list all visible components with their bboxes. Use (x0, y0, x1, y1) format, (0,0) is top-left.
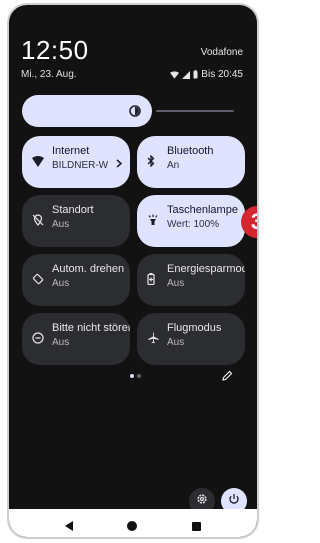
brightness-icon (128, 104, 142, 123)
tile-auto-rotate-label: Autom. drehen (52, 263, 125, 275)
navigation-bar (9, 509, 257, 537)
tile-flashlight-sub: Wert: 100% (167, 219, 220, 230)
tile-auto-rotate-sub: Aus (52, 278, 70, 289)
edit-pencil-icon[interactable] (222, 368, 233, 386)
tile-location-sub: Aus (52, 219, 70, 230)
tile-do-not-disturb-label: Bitte nicht stören (52, 322, 130, 334)
clock-time: 12:50 (21, 35, 89, 65)
tile-location-label: Standort (52, 204, 94, 216)
tile-bluetooth-label: Bluetooth (167, 145, 214, 157)
gear-icon (196, 492, 208, 510)
tile-flashlight[interactable]: Taschenlampe Wert: 100% (137, 195, 245, 247)
carrier-label: Vodafone (200, 47, 243, 58)
battery-status-icon (193, 70, 198, 79)
signal-status-icon (182, 70, 191, 79)
tile-bluetooth-sub: An (167, 160, 180, 171)
page-indicator (130, 374, 141, 378)
do-not-disturb-icon (32, 331, 44, 349)
tile-do-not-disturb[interactable]: Bitte nicht stören Aus (22, 313, 130, 365)
tile-internet[interactable]: Internet BILDNER-W (22, 136, 130, 188)
tile-auto-rotate[interactable]: Autom. drehen Aus (22, 254, 130, 306)
date-label: Mi., 23. Aug. (21, 69, 77, 80)
location-off-icon (32, 213, 44, 231)
tile-location[interactable]: Standort Aus (22, 195, 130, 247)
tile-internet-sub: BILDNER-W (52, 160, 109, 171)
bluetooth-icon (147, 154, 155, 172)
system-status-icons: Bis 20:45 (170, 69, 243, 80)
brightness-slider-track (156, 110, 234, 112)
tile-airplane-mode[interactable]: Flugmodus Aus (137, 313, 245, 365)
tile-airplane-mode-label: Flugmodus (167, 322, 222, 334)
airplane-icon (147, 331, 159, 349)
tile-battery-saver-sub: Aus (167, 278, 185, 289)
phone-frame: 12:50 Mi., 23. Aug. Vodafone Bis 20:45 I… (7, 3, 259, 539)
flashlight-icon (147, 213, 159, 231)
tile-battery-saver[interactable]: Energiesparmodus Aus (137, 254, 245, 306)
wifi-icon (32, 154, 44, 172)
page-dot-active (130, 374, 134, 378)
tile-flashlight-label: Taschenlampe (167, 204, 238, 216)
page-dot (137, 374, 141, 378)
quick-settings-panel: 12:50 Mi., 23. Aug. Vodafone Bis 20:45 I… (9, 5, 257, 537)
auto-rotate-icon (32, 272, 44, 290)
battery-saver-icon (147, 272, 155, 290)
recent-apps-icon[interactable] (192, 518, 201, 536)
tile-battery-saver-label: Energiesparmodus (167, 263, 245, 275)
brightness-slider[interactable] (22, 95, 238, 127)
tile-airplane-mode-sub: Aus (167, 337, 185, 348)
tile-do-not-disturb-sub: Aus (52, 337, 70, 348)
power-icon (228, 492, 240, 510)
battery-time-label: Bis 20:45 (201, 69, 243, 80)
chevron-right-icon[interactable] (116, 155, 123, 173)
back-icon[interactable] (65, 518, 74, 536)
home-icon[interactable] (127, 518, 137, 536)
tile-bluetooth[interactable]: Bluetooth An (137, 136, 245, 188)
wifi-status-icon (170, 70, 180, 79)
